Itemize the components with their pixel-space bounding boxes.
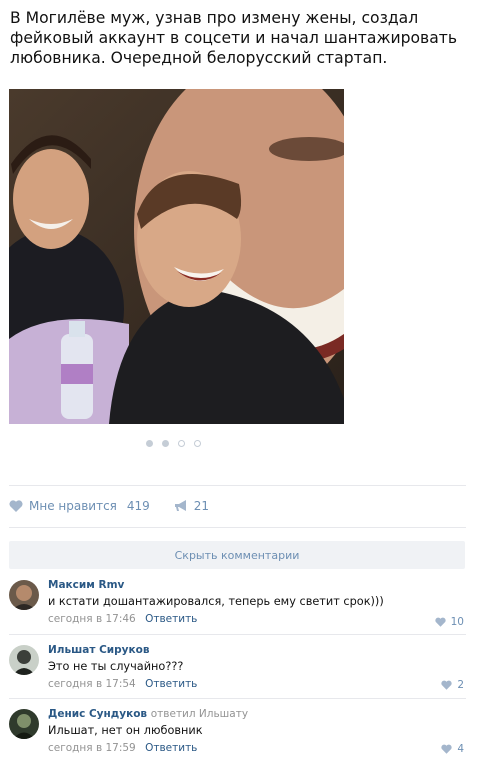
comment-author[interactable]: Максим Rmv bbox=[48, 578, 466, 592]
comment-like-count: 4 bbox=[457, 743, 464, 755]
carousel-dot[interactable] bbox=[178, 440, 185, 447]
carousel-dot[interactable] bbox=[146, 440, 153, 447]
heart-icon bbox=[441, 744, 452, 754]
comment-item: Ильшат Сируков Это не ты случайно??? сег… bbox=[9, 643, 466, 691]
comment-text: и кстати дошантажировался, теперь ему св… bbox=[48, 595, 384, 608]
comment-like-button[interactable]: 2 bbox=[441, 679, 464, 691]
comment-item: Максим Rmv и кстати дошантажировался, те… bbox=[9, 578, 466, 628]
post-text: В Могилёве муж, узнав про измену жены, с… bbox=[10, 9, 458, 67]
like-label: Мне нравится bbox=[29, 499, 117, 513]
post-photo[interactable] bbox=[9, 89, 344, 424]
avatar-image bbox=[9, 709, 39, 739]
reply-button[interactable]: Ответить bbox=[145, 613, 197, 625]
avatar[interactable] bbox=[9, 580, 39, 610]
like-count: 419 bbox=[126, 499, 150, 513]
heart-icon bbox=[9, 500, 23, 512]
comment-author[interactable]: Денис Сундуков bbox=[48, 708, 147, 720]
divider bbox=[9, 485, 466, 486]
comment-like-button[interactable]: 4 bbox=[441, 743, 464, 755]
comment-time[interactable]: сегодня в 17:46 bbox=[48, 613, 136, 625]
carousel-dot[interactable] bbox=[194, 440, 201, 447]
heart-icon bbox=[434, 617, 446, 627]
comment-time[interactable]: сегодня в 17:59 bbox=[48, 742, 136, 754]
divider bbox=[9, 527, 466, 528]
avatar-image bbox=[9, 645, 39, 675]
reply-button[interactable]: Ответить bbox=[145, 678, 197, 690]
share-count: 21 bbox=[193, 499, 210, 513]
comment-like-count: 2 bbox=[457, 679, 464, 691]
comment-like-button[interactable]: 10 bbox=[434, 616, 464, 628]
post-actions: Мне нравится 419 21 bbox=[9, 496, 209, 516]
megaphone-icon bbox=[174, 500, 186, 511]
comment-author[interactable]: Ильшат Сируков bbox=[48, 643, 466, 657]
divider bbox=[9, 634, 466, 635]
laughing-men-photo bbox=[9, 89, 344, 424]
comment-like-count: 10 bbox=[450, 616, 464, 628]
hide-comments-button[interactable]: Скрыть комментарии bbox=[9, 541, 465, 569]
like-button[interactable]: Мне нравится 419 bbox=[9, 499, 150, 513]
reply-to-label[interactable]: ответил Ильшату bbox=[151, 708, 248, 720]
divider bbox=[9, 698, 466, 699]
comment-item: Денис Сундуков ответил Ильшату Ильшат, н… bbox=[9, 707, 466, 755]
comment-text: Это не ты случайно??? bbox=[48, 660, 184, 673]
reply-button[interactable]: Ответить bbox=[145, 742, 197, 754]
carousel-dots bbox=[146, 440, 201, 448]
comment-text: Ильшат, нет он любовник bbox=[48, 724, 203, 737]
avatar-image bbox=[9, 580, 39, 610]
heart-icon bbox=[441, 680, 452, 690]
avatar[interactable] bbox=[9, 709, 39, 739]
share-button[interactable]: 21 bbox=[174, 499, 209, 513]
comment-time[interactable]: сегодня в 17:54 bbox=[48, 678, 136, 690]
carousel-dot[interactable] bbox=[162, 440, 169, 447]
avatar[interactable] bbox=[9, 645, 39, 675]
